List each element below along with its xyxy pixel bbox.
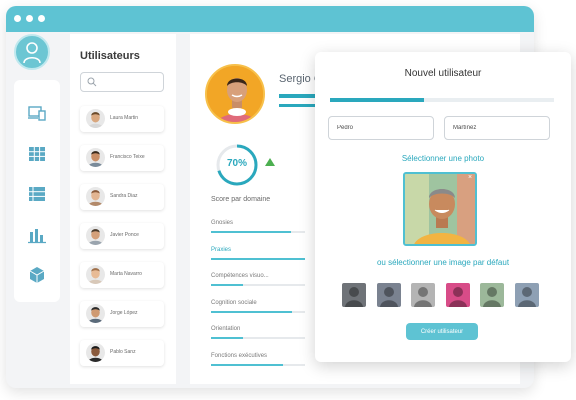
remove-photo-icon[interactable]: ×: [466, 174, 474, 182]
select-photo-link[interactable]: Sélectionner une photo: [315, 154, 571, 163]
trend-up-icon: [265, 158, 275, 166]
domain-bar: [211, 231, 305, 233]
search-icon: [87, 77, 97, 87]
score-value: 70%: [226, 158, 247, 169]
window-dot-icon: [26, 15, 33, 22]
user-card[interactable]: Jorge López: [80, 301, 164, 327]
user-avatar-icon: [86, 343, 105, 362]
default-avatar-option[interactable]: [411, 283, 435, 307]
name-underline: [279, 94, 315, 98]
domain-label[interactable]: Gnosies: [211, 220, 233, 226]
domain-bar: [211, 310, 305, 313]
user-name: Laura Martin: [110, 115, 139, 121]
default-avatar-option[interactable]: [480, 283, 504, 307]
avatar-silhouette-icon: [345, 287, 363, 307]
domain-bar-fill: [211, 337, 243, 339]
user-avatar-icon: [86, 304, 105, 323]
default-avatar-option[interactable]: [445, 283, 470, 307]
user-card[interactable]: Pablo Sanz: [80, 340, 164, 366]
window-dot-icon: [14, 15, 21, 22]
devices-icon[interactable]: [28, 104, 46, 122]
domain-bar-fill: [211, 257, 305, 260]
domain-label[interactable]: Orientation: [211, 326, 240, 332]
domain-label[interactable]: Cognition sociale: [211, 300, 257, 306]
list-icon[interactable]: [28, 185, 46, 203]
user-avatar-icon: [86, 187, 105, 206]
user-avatar-icon: [86, 265, 105, 284]
domain-label[interactable]: Praxies: [211, 247, 231, 253]
user-card[interactable]: Javier Ponce: [80, 223, 164, 249]
first-name-input[interactable]: [328, 116, 434, 140]
user-card[interactable]: Sandra Diaz: [80, 184, 164, 210]
user-name: Sandra Diaz: [110, 193, 138, 199]
selected-photo[interactable]: [403, 172, 477, 246]
user-card[interactable]: Marta Navarro: [80, 262, 164, 288]
cube-icon[interactable]: [28, 266, 46, 284]
domain-bar: [211, 363, 305, 366]
default-avatar-option[interactable]: [342, 283, 366, 307]
user-name: Marta Navarro: [110, 271, 142, 277]
title-bar: [6, 6, 534, 32]
user-icon: [23, 42, 41, 64]
create-user-button[interactable]: Créer utilisateur: [406, 323, 478, 340]
name-underline: [279, 104, 315, 107]
grid-icon[interactable]: [28, 145, 46, 163]
user-name: Francisco Teixe: [110, 154, 145, 160]
default-avatar-option[interactable]: [514, 283, 539, 307]
account-avatar[interactable]: [14, 34, 50, 70]
selected-portrait: [405, 174, 475, 244]
modal-progress: [330, 98, 554, 102]
domain-bar: [211, 257, 305, 260]
avatar-silhouette-icon: [448, 287, 467, 307]
user-avatar-icon: [86, 226, 105, 245]
domain-bar-fill: [211, 231, 291, 233]
user-search-input[interactable]: [80, 72, 164, 92]
avatar-silhouette-icon: [379, 287, 398, 307]
domain-bar-fill: [211, 284, 243, 286]
user-name: Pablo Sanz: [110, 349, 136, 355]
window-dot-icon: [38, 15, 45, 22]
user-card[interactable]: Laura Martin: [80, 106, 164, 132]
default-avatar-option[interactable]: [376, 283, 401, 307]
domain-bar-fill: [211, 310, 292, 313]
user-card[interactable]: Francisco Teixe: [80, 145, 164, 171]
user-name: Jorge López: [110, 310, 138, 316]
profile-photo: [205, 64, 265, 124]
modal-title: Nouvel utilisateur: [404, 68, 482, 79]
domain-bar-fill: [211, 363, 284, 366]
domain-label[interactable]: Fonctions exécutives: [211, 353, 267, 359]
bar-chart-icon[interactable]: [28, 226, 46, 244]
domain-label[interactable]: Compétences visuo...: [211, 273, 269, 279]
users-title: Utilisateurs: [80, 50, 140, 62]
user-avatar-icon: [86, 109, 105, 128]
user-name: Javier Ponce: [110, 232, 139, 238]
domain-bar: [211, 284, 305, 286]
avatar-silhouette-icon: [517, 287, 536, 307]
modal-progress-fill: [330, 98, 425, 102]
default-image-label: ou sélectionner une image par défaut: [376, 258, 510, 267]
domain-bar: [211, 337, 305, 339]
score-label: Score par domaine: [211, 196, 271, 203]
last-name-input[interactable]: [444, 116, 550, 140]
avatar-silhouette-icon: [414, 287, 432, 307]
avatar-silhouette-icon: [483, 287, 501, 307]
user-avatar-icon: [86, 148, 105, 167]
